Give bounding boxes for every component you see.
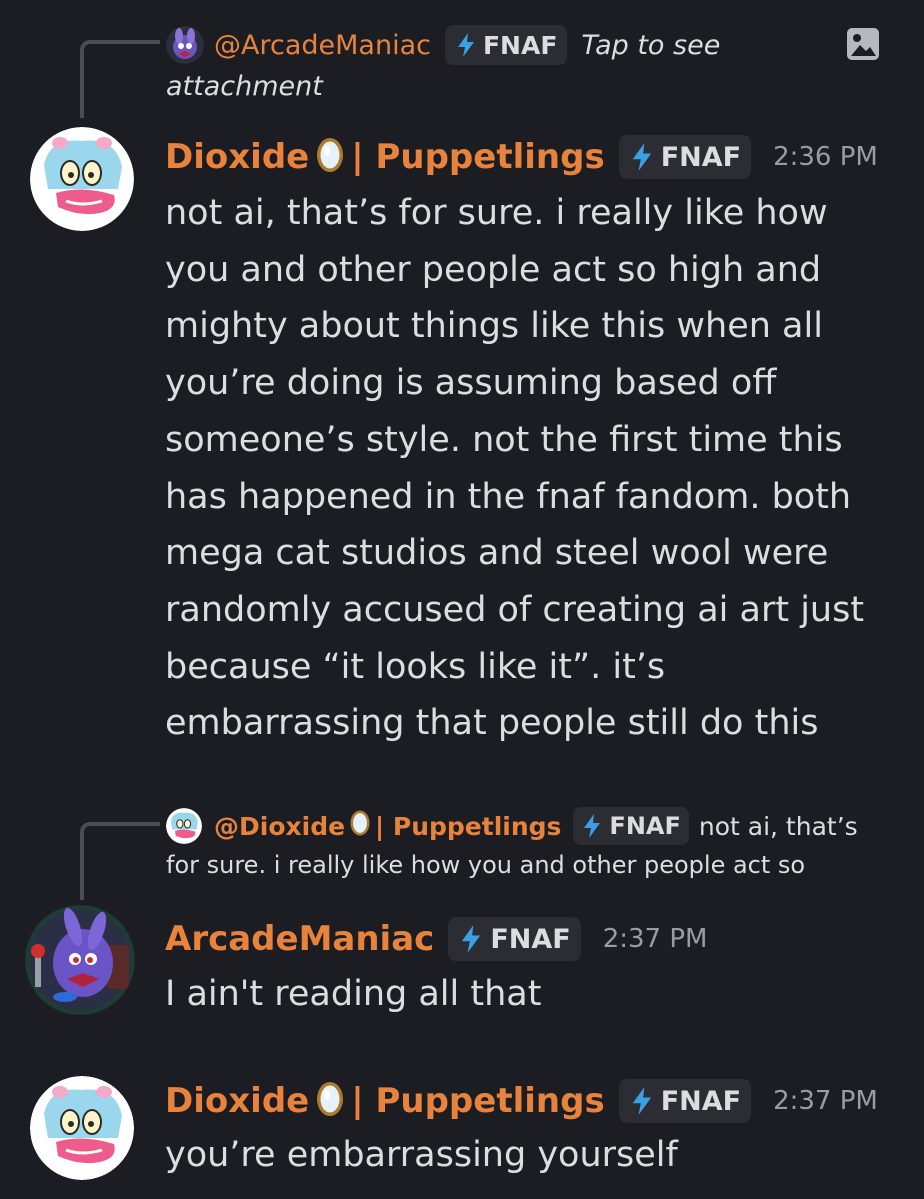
reply-preview-text-cont[interactable]: attachment (166, 71, 323, 102)
server-tag-label: FNAF (490, 923, 571, 955)
message-line: you and other people act so high and (165, 249, 822, 290)
author-name-b[interactable]: | Puppetlings (351, 137, 604, 177)
mirror-emoji-icon (315, 136, 345, 178)
message-body[interactable]: not ai, that’s for sure. i really like h… (165, 185, 905, 752)
reply-author-b[interactable]: | Puppetlings (375, 812, 561, 841)
message-line: randomly accused of creating ai art just (165, 589, 865, 630)
timestamp: 2:37 PM (773, 1086, 878, 1116)
avatar-arcademaniac[interactable] (25, 905, 135, 1015)
timestamp: 2:36 PM (773, 142, 878, 172)
message-line: someone’s style. not the first time this (165, 419, 843, 460)
server-tag[interactable]: FNAF (573, 807, 689, 845)
message-header: Dioxide | Puppetlings FNAF 2:36 PM (165, 132, 878, 182)
lightning-icon (632, 1087, 651, 1115)
reply-preview-text-cont[interactable]: for sure. i really like how you and othe… (166, 851, 805, 879)
message-line: has happened in the fnaf fandom. both (165, 476, 852, 517)
image-attachment-icon[interactable] (845, 26, 881, 62)
reply-preview[interactable]: @ArcadeManiac FNAF Tap to see attachment (166, 24, 866, 104)
server-tag[interactable]: FNAF (618, 135, 752, 179)
lightning-icon (584, 814, 601, 838)
author-name-a[interactable]: Dioxide (165, 137, 309, 177)
mirror-emoji-icon (315, 1080, 345, 1122)
server-tag-label: FNAF (660, 141, 742, 173)
server-tag[interactable]: FNAF (448, 917, 581, 961)
reply-preview-text[interactable]: Tap to see (581, 30, 720, 61)
lightning-icon (632, 143, 651, 171)
reply-connector (80, 822, 160, 900)
message-line: you’re doing is assuming based off (165, 363, 777, 404)
reply-author-a[interactable]: @Dioxide (214, 812, 345, 841)
lightning-icon (462, 925, 481, 953)
message-line: mighty about things like this when all (165, 306, 823, 347)
reply-avatar-dioxide[interactable] (166, 808, 202, 844)
avatar-dioxide[interactable] (30, 1076, 134, 1180)
mirror-emoji-icon (349, 809, 371, 843)
message-line: mega cat studios and steel wool were (165, 533, 829, 574)
avatar-dioxide[interactable] (30, 127, 134, 231)
timestamp: 2:37 PM (602, 924, 708, 954)
reply-author[interactable]: @ArcadeManiac (214, 30, 431, 61)
message-line: because “it looks like it”. it’s (165, 646, 666, 687)
message-line: not ai, that’s for sure. i really like h… (165, 193, 828, 233)
author-name-a[interactable]: Dioxide (165, 1081, 309, 1121)
lightning-icon (457, 33, 474, 57)
message-header: ArcadeManiac FNAF 2:37 PM (165, 914, 707, 964)
message-body[interactable]: I ain't reading all that (165, 966, 541, 1023)
message-line: embarrassing that people still do this (165, 703, 819, 744)
reply-connector (80, 40, 160, 118)
server-tag[interactable]: FNAF (444, 25, 568, 65)
author-name[interactable]: ArcadeManiac (165, 919, 434, 959)
message-body[interactable]: you’re embarrassing yourself (165, 1127, 678, 1184)
reply-preview[interactable]: @Dioxide | Puppetlings FNAF not ai, that… (166, 806, 896, 886)
message-header: Dioxide | Puppetlings FNAF 2:37 PM (165, 1076, 878, 1126)
server-tag[interactable]: FNAF (618, 1079, 752, 1123)
reply-avatar-arcademaniac[interactable] (166, 26, 204, 64)
server-tag-label: FNAF (482, 30, 558, 60)
author-name-b[interactable]: | Puppetlings (351, 1081, 604, 1121)
reply-preview-text[interactable]: not ai, that’s (699, 812, 858, 841)
server-tag-label: FNAF (660, 1085, 742, 1117)
server-tag-label: FNAF (609, 812, 681, 840)
